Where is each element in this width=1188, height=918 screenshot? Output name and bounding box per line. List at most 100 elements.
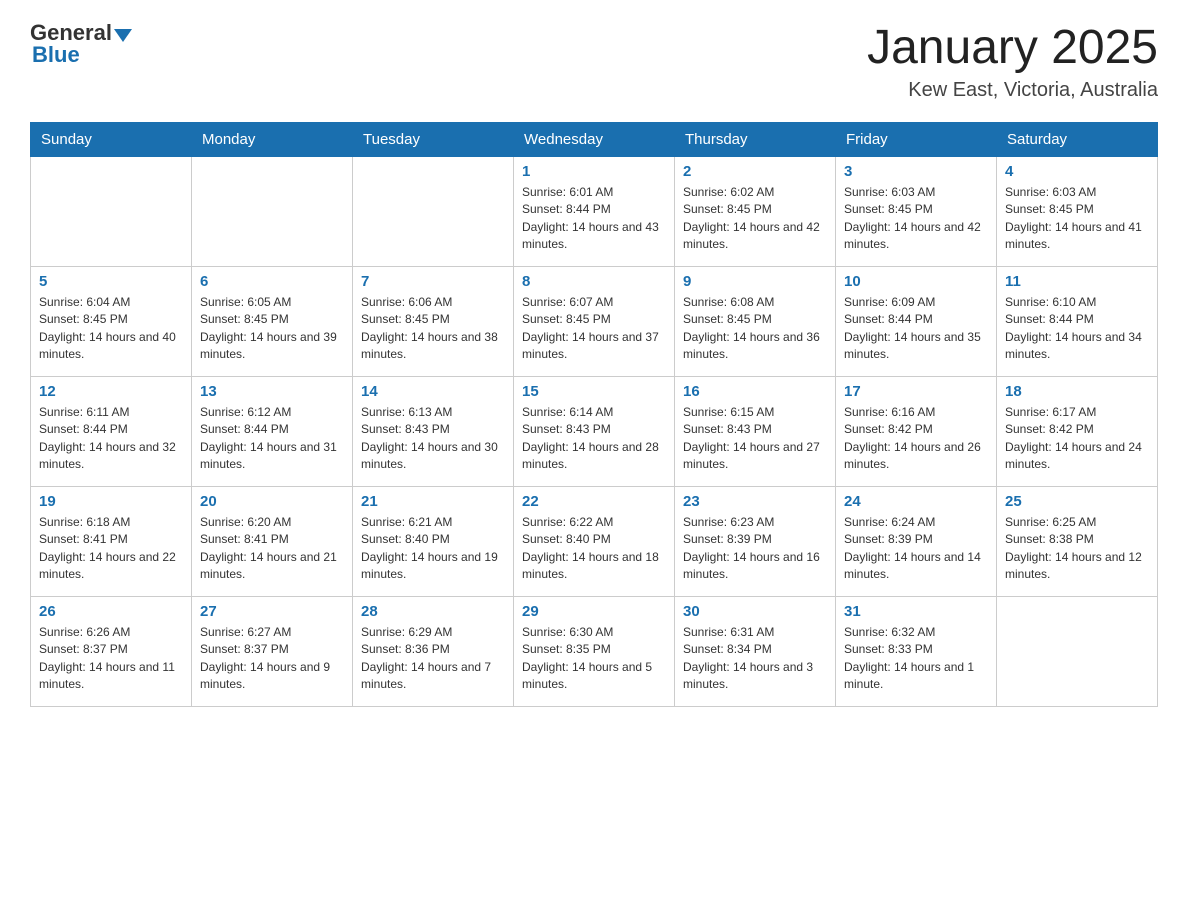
day-info: Sunrise: 6:02 AMSunset: 8:45 PMDaylight:… (683, 184, 827, 254)
calendar-cell: 29Sunrise: 6:30 AMSunset: 8:35 PMDayligh… (514, 597, 675, 707)
day-number: 7 (361, 273, 505, 290)
header-thursday: Thursday (675, 123, 836, 157)
day-info: Sunrise: 6:06 AMSunset: 8:45 PMDaylight:… (361, 294, 505, 364)
logo: General Blue (30, 20, 132, 68)
calendar-cell: 14Sunrise: 6:13 AMSunset: 8:43 PMDayligh… (353, 377, 514, 487)
day-number: 19 (39, 493, 183, 510)
calendar-cell: 16 Sunrise: 6:15 AMSunset: 8:43 PMDayligh… (675, 377, 836, 487)
calendar-cell: 26Sunrise: 6:26 AMSunset: 8:37 PMDayligh… (31, 597, 192, 707)
calendar-cell (353, 157, 514, 267)
calendar-cell: 17 Sunrise: 6:16 AMSunset: 8:42 PMDayligh… (836, 377, 997, 487)
calendar-cell: 31 Sunrise: 6:32 AMSunset: 8:33 PMDayligh… (836, 597, 997, 707)
header-tuesday: Tuesday (353, 123, 514, 157)
week-row-1: 1Sunrise: 6:01 AMSunset: 8:44 PMDaylight… (31, 157, 1158, 267)
day-info: Sunrise: 6:16 AMSunset: 8:42 PMDaylight:… (844, 404, 988, 474)
week-row-3: 12 Sunrise: 6:11 AMSunset: 8:44 PMDayligh… (31, 377, 1158, 487)
calendar-cell: 5 Sunrise: 6:04 AMSunset: 8:45 PMDaylight… (31, 267, 192, 377)
day-info: Sunrise: 6:09 AMSunset: 8:44 PMDaylight:… (844, 294, 988, 364)
day-info: Sunrise: 6:30 AMSunset: 8:35 PMDaylight:… (522, 624, 666, 694)
calendar-cell: 9 Sunrise: 6:08 AMSunset: 8:45 PMDaylight… (675, 267, 836, 377)
day-info: Sunrise: 6:18 AMSunset: 8:41 PMDaylight:… (39, 514, 183, 584)
header-saturday: Saturday (997, 123, 1158, 157)
day-info: Sunrise: 6:03 AMSunset: 8:45 PMDaylight:… (1005, 184, 1149, 254)
header-sunday: Sunday (31, 123, 192, 157)
day-info: Sunrise: 6:10 AMSunset: 8:44 PMDaylight:… (1005, 294, 1149, 364)
header-monday: Monday (192, 123, 353, 157)
day-info: Sunrise: 6:27 AMSunset: 8:37 PMDaylight:… (200, 624, 344, 694)
day-number: 10 (844, 273, 988, 290)
day-info: Sunrise: 6:11 AMSunset: 8:44 PMDaylight:… (39, 404, 183, 474)
day-number: 23 (683, 493, 827, 510)
day-number: 2 (683, 163, 827, 180)
day-info: Sunrise: 6:05 AMSunset: 8:45 PMDaylight:… (200, 294, 344, 364)
calendar-cell: 6 Sunrise: 6:05 AMSunset: 8:45 PMDaylight… (192, 267, 353, 377)
calendar-cell: 10 Sunrise: 6:09 AMSunset: 8:44 PMDayligh… (836, 267, 997, 377)
day-info: Sunrise: 6:13 AMSunset: 8:43 PMDaylight:… (361, 404, 505, 474)
header-wednesday: Wednesday (514, 123, 675, 157)
day-number: 24 (844, 493, 988, 510)
day-info: Sunrise: 6:20 AMSunset: 8:41 PMDaylight:… (200, 514, 344, 584)
calendar-header-row: SundayMondayTuesdayWednesdayThursdayFrid… (31, 123, 1158, 157)
calendar-cell: 13 Sunrise: 6:12 AMSunset: 8:44 PMDayligh… (192, 377, 353, 487)
day-number: 9 (683, 273, 827, 290)
calendar-cell: 24 Sunrise: 6:24 AMSunset: 8:39 PMDayligh… (836, 487, 997, 597)
day-info: Sunrise: 6:32 AMSunset: 8:33 PMDaylight:… (844, 624, 988, 694)
calendar-cell: 18Sunrise: 6:17 AMSunset: 8:42 PMDayligh… (997, 377, 1158, 487)
day-info: Sunrise: 6:23 AMSunset: 8:39 PMDaylight:… (683, 514, 827, 584)
day-number: 13 (200, 383, 344, 400)
day-info: Sunrise: 6:22 AMSunset: 8:40 PMDaylight:… (522, 514, 666, 584)
day-info: Sunrise: 6:14 AMSunset: 8:43 PMDaylight:… (522, 404, 666, 474)
day-info: Sunrise: 6:21 AMSunset: 8:40 PMDaylight:… (361, 514, 505, 584)
day-info: Sunrise: 6:01 AMSunset: 8:44 PMDaylight:… (522, 184, 666, 254)
calendar-cell: 27Sunrise: 6:27 AMSunset: 8:37 PMDayligh… (192, 597, 353, 707)
page-header: General Blue January 2025 Kew East, Vict… (30, 20, 1158, 102)
day-info: Sunrise: 6:25 AMSunset: 8:38 PMDaylight:… (1005, 514, 1149, 584)
calendar-cell: 15 Sunrise: 6:14 AMSunset: 8:43 PMDayligh… (514, 377, 675, 487)
month-title: January 2025 (867, 20, 1158, 75)
calendar-cell: 8 Sunrise: 6:07 AMSunset: 8:45 PMDaylight… (514, 267, 675, 377)
day-info: Sunrise: 6:12 AMSunset: 8:44 PMDaylight:… (200, 404, 344, 474)
calendar-cell: 11 Sunrise: 6:10 AMSunset: 8:44 PMDayligh… (997, 267, 1158, 377)
day-info: Sunrise: 6:24 AMSunset: 8:39 PMDaylight:… (844, 514, 988, 584)
week-row-2: 5 Sunrise: 6:04 AMSunset: 8:45 PMDaylight… (31, 267, 1158, 377)
day-info: Sunrise: 6:04 AMSunset: 8:45 PMDaylight:… (39, 294, 183, 364)
calendar-cell: 1Sunrise: 6:01 AMSunset: 8:44 PMDaylight… (514, 157, 675, 267)
day-info: Sunrise: 6:15 AMSunset: 8:43 PMDaylight:… (683, 404, 827, 474)
day-number: 16 (683, 383, 827, 400)
day-info: Sunrise: 6:31 AMSunset: 8:34 PMDaylight:… (683, 624, 827, 694)
day-info: Sunrise: 6:07 AMSunset: 8:45 PMDaylight:… (522, 294, 666, 364)
day-number: 3 (844, 163, 988, 180)
week-row-4: 19 Sunrise: 6:18 AMSunset: 8:41 PMDayligh… (31, 487, 1158, 597)
calendar-cell (192, 157, 353, 267)
day-number: 6 (200, 273, 344, 290)
day-info: Sunrise: 6:03 AMSunset: 8:45 PMDaylight:… (844, 184, 988, 254)
calendar-cell (31, 157, 192, 267)
day-number: 17 (844, 383, 988, 400)
logo-blue-text: Blue (32, 42, 80, 68)
calendar-cell: 3 Sunrise: 6:03 AMSunset: 8:45 PMDaylight… (836, 157, 997, 267)
calendar-cell: 2 Sunrise: 6:02 AMSunset: 8:45 PMDaylight… (675, 157, 836, 267)
day-number: 8 (522, 273, 666, 290)
day-number: 30 (683, 603, 827, 620)
day-number: 5 (39, 273, 183, 290)
calendar-cell: 19 Sunrise: 6:18 AMSunset: 8:41 PMDayligh… (31, 487, 192, 597)
day-number: 4 (1005, 163, 1149, 180)
day-number: 20 (200, 493, 344, 510)
day-number: 12 (39, 383, 183, 400)
calendar-cell (997, 597, 1158, 707)
calendar-cell: 21Sunrise: 6:21 AMSunset: 8:40 PMDayligh… (353, 487, 514, 597)
day-info: Sunrise: 6:08 AMSunset: 8:45 PMDaylight:… (683, 294, 827, 364)
calendar-cell: 20 Sunrise: 6:20 AMSunset: 8:41 PMDayligh… (192, 487, 353, 597)
calendar-cell: 28Sunrise: 6:29 AMSunset: 8:36 PMDayligh… (353, 597, 514, 707)
day-number: 25 (1005, 493, 1149, 510)
calendar-cell: 4 Sunrise: 6:03 AMSunset: 8:45 PMDaylight… (997, 157, 1158, 267)
calendar-cell: 7 Sunrise: 6:06 AMSunset: 8:45 PMDaylight… (353, 267, 514, 377)
day-number: 31 (844, 603, 988, 620)
day-number: 15 (522, 383, 666, 400)
day-number: 11 (1005, 273, 1149, 290)
calendar-cell: 22Sunrise: 6:22 AMSunset: 8:40 PMDayligh… (514, 487, 675, 597)
calendar-cell: 25 Sunrise: 6:25 AMSunset: 8:38 PMDayligh… (997, 487, 1158, 597)
location: Kew East, Victoria, Australia (867, 79, 1158, 102)
day-info: Sunrise: 6:26 AMSunset: 8:37 PMDaylight:… (39, 624, 183, 694)
week-row-5: 26Sunrise: 6:26 AMSunset: 8:37 PMDayligh… (31, 597, 1158, 707)
